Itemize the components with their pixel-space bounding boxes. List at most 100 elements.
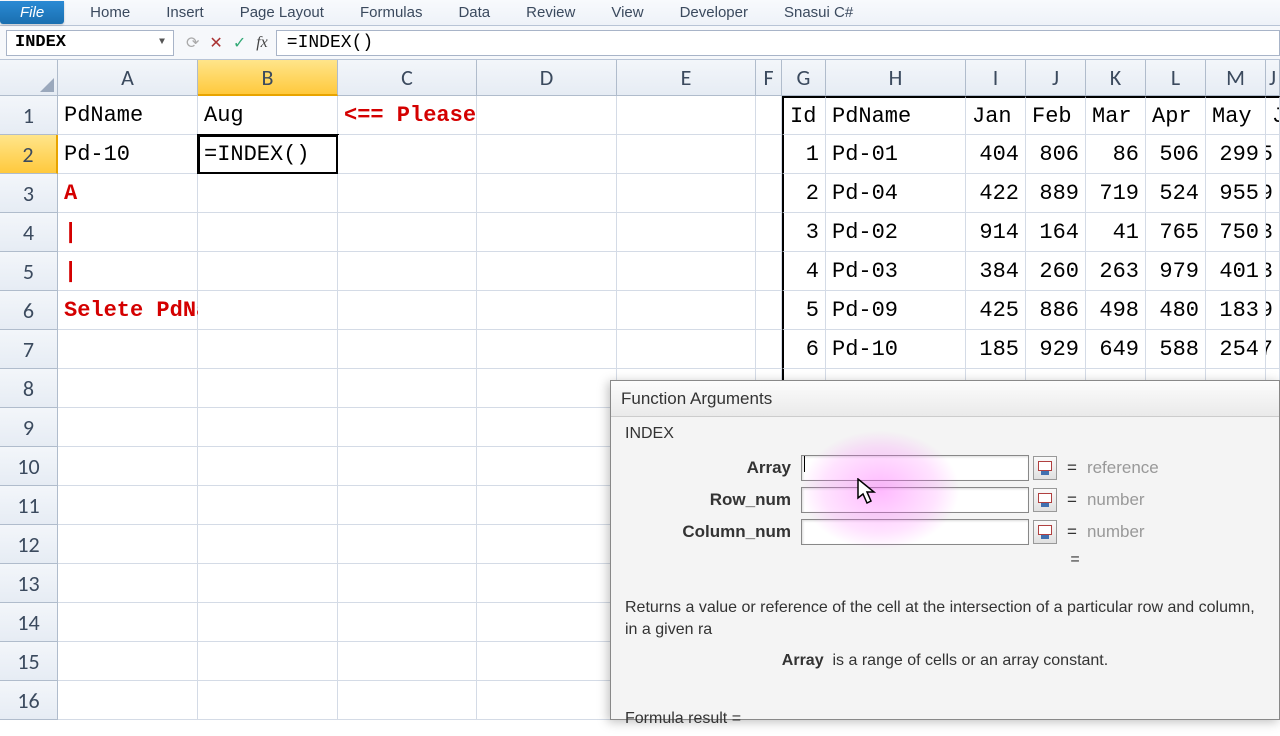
row-header-1[interactable]: 1	[0, 96, 58, 135]
cell[interactable]	[58, 486, 198, 525]
cell[interactable]	[198, 642, 338, 681]
cell[interactable]: Pd-09	[826, 291, 966, 330]
cell[interactable]: |	[58, 252, 198, 291]
cell[interactable]: 886	[1026, 291, 1086, 330]
tab-page-layout[interactable]: Page Layout	[222, 1, 342, 24]
cell[interactable]: 3	[782, 213, 826, 252]
cell[interactable]	[338, 564, 477, 603]
tab-review[interactable]: Review	[508, 1, 593, 24]
cell[interactable]	[198, 486, 338, 525]
array-input[interactable]	[801, 455, 1029, 481]
cell[interactable]: 164	[1026, 213, 1086, 252]
cell[interactable]	[617, 135, 756, 174]
cell[interactable]	[617, 213, 756, 252]
col-header-d[interactable]: D	[477, 60, 617, 96]
cell[interactable]: Pd-03	[826, 252, 966, 291]
cell[interactable]: 765	[1146, 213, 1206, 252]
cell[interactable]: Pd-01	[826, 135, 966, 174]
row-header-12[interactable]: 12	[0, 525, 58, 564]
range-picker-icon[interactable]	[1033, 456, 1057, 480]
cell[interactable]	[477, 447, 617, 486]
cell[interactable]: 7	[1266, 330, 1280, 369]
row-header-10[interactable]: 10	[0, 447, 58, 486]
cell[interactable]	[477, 486, 617, 525]
col-header-n[interactable]: J	[1266, 60, 1280, 96]
cell[interactable]	[477, 681, 617, 720]
cell[interactable]	[58, 642, 198, 681]
cell[interactable]	[477, 252, 617, 291]
cell[interactable]: 384	[966, 252, 1026, 291]
cell[interactable]	[477, 603, 617, 642]
cell[interactable]	[477, 564, 617, 603]
cell[interactable]: 263	[1086, 252, 1146, 291]
cell[interactable]: 750	[1206, 213, 1266, 252]
col-header-g[interactable]: G	[782, 60, 826, 96]
row-header-5[interactable]: 5	[0, 252, 58, 291]
cell[interactable]: 6	[782, 330, 826, 369]
cell[interactable]	[756, 291, 782, 330]
cell[interactable]: A	[58, 174, 198, 213]
cell[interactable]	[338, 369, 477, 408]
cell[interactable]	[477, 369, 617, 408]
cell[interactable]	[58, 603, 198, 642]
cell[interactable]: 1	[782, 135, 826, 174]
cell[interactable]: 401	[1206, 252, 1266, 291]
cell[interactable]: 979	[1146, 252, 1206, 291]
row-header-13[interactable]: 13	[0, 564, 58, 603]
select-all-corner[interactable]	[0, 60, 58, 96]
cell[interactable]: 4	[782, 252, 826, 291]
cell[interactable]	[617, 174, 756, 213]
cell[interactable]: 185	[966, 330, 1026, 369]
cell[interactable]	[617, 96, 756, 135]
cell[interactable]: 498	[1086, 291, 1146, 330]
cell[interactable]	[58, 681, 198, 720]
rownum-input[interactable]	[801, 487, 1029, 513]
cell[interactable]: Apr	[1146, 96, 1206, 135]
row-header-9[interactable]: 9	[0, 408, 58, 447]
cell[interactable]	[58, 408, 198, 447]
cell[interactable]	[338, 486, 477, 525]
file-tab[interactable]: File	[0, 1, 64, 24]
cell[interactable]	[756, 135, 782, 174]
cell[interactable]: 914	[966, 213, 1026, 252]
tab-developer[interactable]: Developer	[662, 1, 766, 24]
col-header-f[interactable]: F	[756, 60, 782, 96]
row-header-14[interactable]: 14	[0, 603, 58, 642]
cell[interactable]: 955	[1206, 174, 1266, 213]
cell[interactable]	[756, 330, 782, 369]
cell[interactable]	[756, 96, 782, 135]
cell[interactable]: 260	[1026, 252, 1086, 291]
tab-snasui[interactable]: Snasui C#	[766, 1, 871, 24]
cell[interactable]: Pd-10	[58, 135, 198, 174]
cell[interactable]: 425	[966, 291, 1026, 330]
tab-formulas[interactable]: Formulas	[342, 1, 441, 24]
cell[interactable]	[58, 447, 198, 486]
cell[interactable]	[338, 252, 477, 291]
row-header-2[interactable]: 2	[0, 135, 58, 174]
cell[interactable]	[198, 447, 338, 486]
row-header-16[interactable]: 16	[0, 681, 58, 720]
cell[interactable]: 9	[1266, 291, 1280, 330]
cell[interactable]	[338, 642, 477, 681]
cell[interactable]	[338, 135, 477, 174]
cell[interactable]	[198, 564, 338, 603]
row-header-15[interactable]: 15	[0, 642, 58, 681]
col-header-i[interactable]: I	[966, 60, 1026, 96]
accept-icon[interactable]: ✓	[233, 33, 246, 53]
cell[interactable]: 5	[1266, 135, 1280, 174]
cell[interactable]: 254	[1206, 330, 1266, 369]
cell[interactable]: 588	[1146, 330, 1206, 369]
tab-data[interactable]: Data	[440, 1, 508, 24]
cell[interactable]	[477, 642, 617, 681]
col-header-k[interactable]: K	[1086, 60, 1146, 96]
cell[interactable]	[617, 330, 756, 369]
cell[interactable]	[338, 525, 477, 564]
tab-insert[interactable]: Insert	[148, 1, 222, 24]
cell[interactable]	[477, 135, 617, 174]
row-header-3[interactable]: 3	[0, 174, 58, 213]
tab-view[interactable]: View	[593, 1, 661, 24]
cell[interactable]	[58, 564, 198, 603]
cell[interactable]	[756, 174, 782, 213]
cell[interactable]	[756, 213, 782, 252]
cell[interactable]	[198, 252, 338, 291]
